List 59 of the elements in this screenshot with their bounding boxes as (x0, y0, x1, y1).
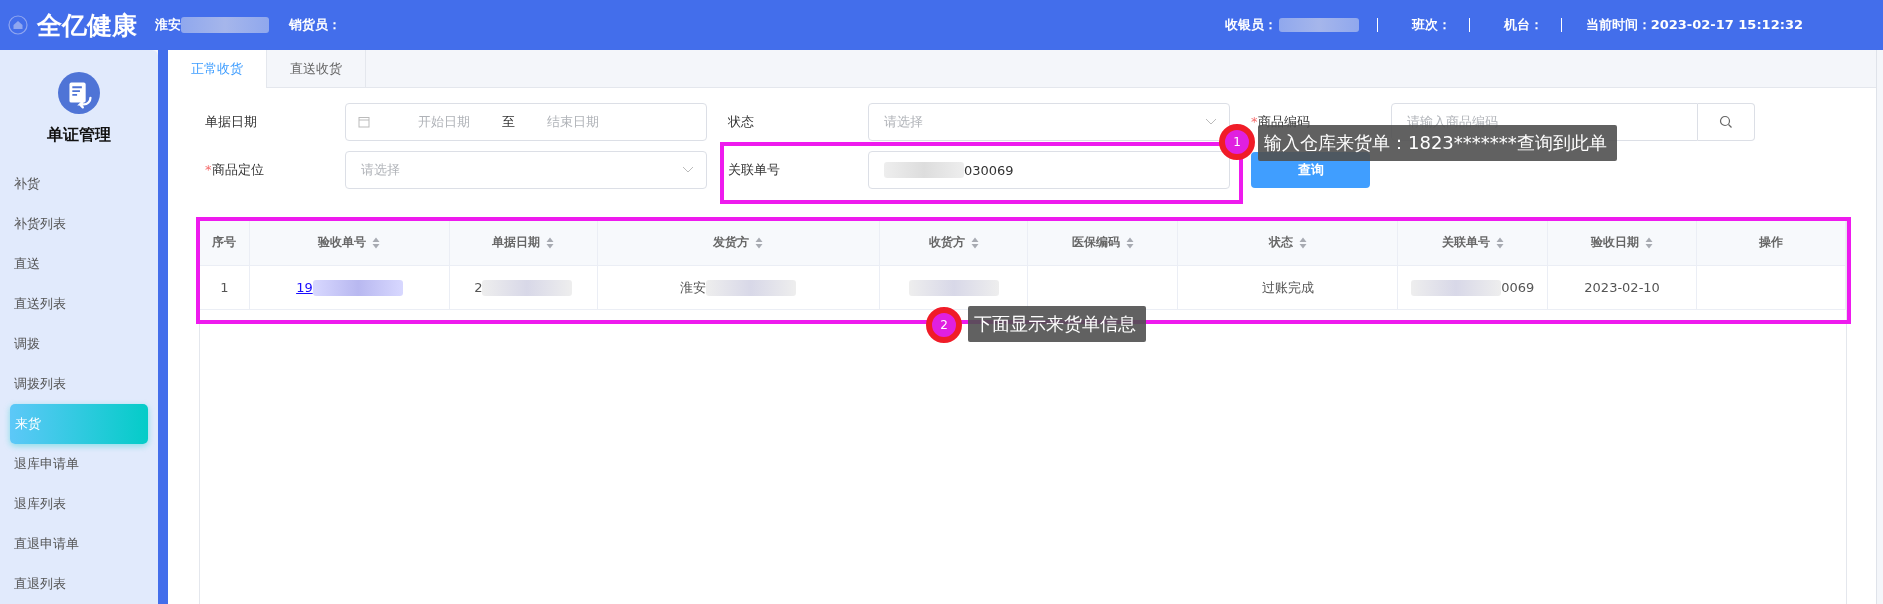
sort-icon[interactable] (1125, 236, 1134, 249)
sidebar-title: 单证管理 (47, 125, 111, 146)
calendar-icon (358, 116, 370, 128)
search-icon (1719, 115, 1733, 129)
store-name: 淮安 (155, 16, 181, 34)
sidebar-item[interactable]: 调拨列表 (0, 364, 148, 404)
brand-name: 全亿健康 (37, 9, 137, 42)
sidebar-item[interactable]: 调拨 (0, 324, 148, 364)
sidebar-item[interactable]: 退库列表 (0, 484, 148, 524)
sort-icon[interactable] (1495, 236, 1504, 249)
column-header: 单据日期 (492, 234, 541, 251)
current-time: 当前时间：2023-02-17 15:12:32 (1585, 16, 1803, 34)
field-label: 关联单号 (728, 161, 781, 179)
column-header: 发货方 (713, 234, 750, 251)
sort-icon[interactable] (755, 236, 764, 249)
sort-icon[interactable] (970, 236, 979, 249)
table-cell: 2 (474, 280, 483, 295)
column-header: 验收日期 (1591, 234, 1640, 251)
terminal-label: 机台： (1503, 16, 1543, 34)
column-header: 序号 (212, 234, 237, 251)
annotation-tooltip: 下面显示来货单信息 (968, 306, 1146, 342)
chevron-icon (1205, 118, 1217, 126)
order-link[interactable]: 19 (296, 280, 313, 295)
table-cell: 过账完成 (1261, 278, 1314, 297)
sort-icon[interactable] (1298, 236, 1307, 249)
sidebar-item[interactable]: 直退申请单 (0, 524, 148, 564)
table-cell: 0069 (1501, 280, 1535, 295)
column-header: 操作 (1759, 234, 1783, 251)
sort-icon[interactable] (1645, 236, 1654, 249)
column-header: 关联单号 (1441, 234, 1490, 251)
field-label: 单据日期 (205, 113, 258, 131)
tab[interactable]: 直送收货 (267, 50, 366, 87)
column-header: 医保编码 (1071, 234, 1120, 251)
sidebar-item[interactable]: 直送 (0, 244, 148, 284)
sidebar-item[interactable]: 退库申请单 (0, 444, 148, 484)
sidebar-item[interactable]: 补货列表 (0, 204, 148, 244)
table-cell: 淮安 (680, 278, 707, 297)
cashier-label: 收银员： (1224, 16, 1277, 34)
sidebar-item[interactable]: 直退列表 (0, 564, 148, 604)
chevron-icon (682, 166, 694, 174)
related-number-field[interactable]: 030069 (868, 151, 1230, 189)
salesperson-label: 销货员： (289, 16, 341, 34)
field-label: *商品定位 (205, 161, 265, 179)
sidebar-item[interactable]: 直送列表 (0, 284, 148, 324)
annotation-tooltip: 输入仓库来货单：1823*******查询到此单 (1258, 125, 1617, 161)
date-range-field[interactable]: 开始日期 至 结束日期 (345, 103, 707, 141)
column-header: 状态 (1268, 234, 1293, 251)
column-header: 验收单号 (318, 234, 367, 251)
document-icon (57, 72, 101, 114)
column-header: 收货方 (928, 234, 965, 251)
search-button[interactable] (1698, 103, 1755, 141)
sidebar-item[interactable]: 补货 (0, 164, 148, 204)
field-label: 状态 (728, 113, 755, 131)
table-cell: 1 (220, 280, 229, 295)
sort-icon[interactable] (372, 236, 381, 249)
table-cell: 2023-02-10 (1584, 280, 1660, 295)
shift-label: 班次： (1411, 16, 1451, 34)
sort-icon[interactable] (546, 236, 555, 249)
home-icon[interactable] (8, 15, 28, 35)
